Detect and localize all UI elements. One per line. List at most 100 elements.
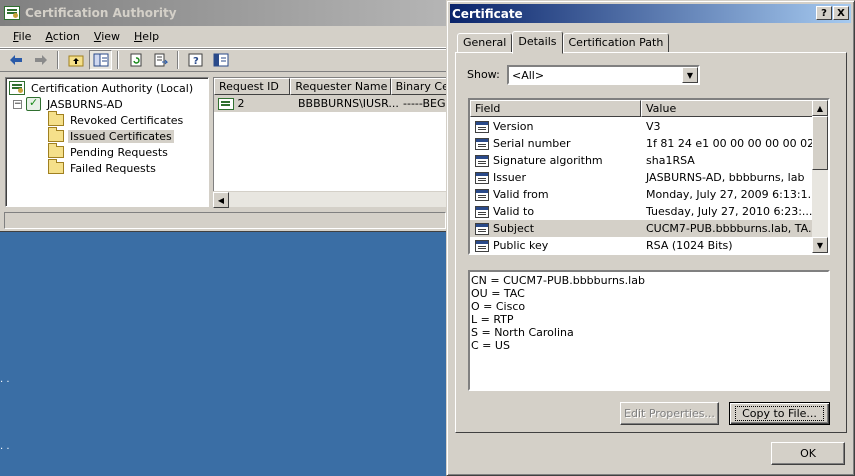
certificate-field-icon <box>475 188 489 201</box>
column-header-requester-name[interactable]: Requester Name <box>290 78 391 95</box>
list-item-valid-to[interactable]: Valid to Tuesday, July 27, 2010 6:23:... <box>470 203 815 220</box>
status-bar <box>4 212 446 229</box>
refresh-button[interactable] <box>124 50 147 70</box>
close-button[interactable]: X <box>833 6 849 20</box>
show-label: Show: <box>467 68 500 81</box>
requester-name-cell: BBBBURNS\IUSR... <box>298 97 399 110</box>
copy-to-file-button[interactable]: Copy to File... <box>729 402 830 425</box>
scrollbar-thumb[interactable] <box>812 116 828 170</box>
tree-item-label: Pending Requests <box>70 145 168 159</box>
show-dropdown[interactable]: <All> ▼ <box>507 65 700 85</box>
mmc-title-bar[interactable]: Certification Authority <box>0 0 447 26</box>
certificate-field-icon <box>475 137 489 150</box>
column-header-value[interactable]: Value <box>641 100 815 117</box>
export-list-icon <box>154 53 168 67</box>
copy-to-file-label: Copy to File... <box>735 406 824 421</box>
up-level-button[interactable] <box>64 50 87 70</box>
export-list-button[interactable] <box>149 50 172 70</box>
tab-details[interactable]: Details <box>512 31 563 54</box>
certificate-field-icon <box>475 171 489 184</box>
dialog-title-bar[interactable]: Certificate ? X <box>450 4 851 23</box>
help-caption-button[interactable]: ? <box>816 6 832 20</box>
list-header: Request ID Requester Name Binary Ce <box>214 78 448 95</box>
console-tree[interactable]: Certification Authority (Local) − JASBUR… <box>5 77 209 207</box>
certificate-field-icon <box>475 120 489 133</box>
folder-icon <box>48 111 64 126</box>
fields-vertical-scrollbar[interactable]: ▲ ▼ <box>812 100 828 253</box>
menu-action[interactable]: Action <box>38 30 86 43</box>
help-icon: ? <box>188 53 202 67</box>
tree-item-revoked[interactable]: Revoked Certificates <box>48 111 185 128</box>
column-header-binary-certificate[interactable]: Binary Ce <box>390 78 448 95</box>
certificate-field-icon <box>475 222 489 235</box>
tree-item-label: Issued Certificates <box>68 129 174 143</box>
detail-line: C = US <box>471 339 510 352</box>
menu-file[interactable]: File <box>6 30 38 43</box>
folder-icon <box>48 159 64 174</box>
column-header-field[interactable]: Field <box>470 100 641 117</box>
list-item-signature-algorithm[interactable]: Signature algorithm sha1RSA <box>470 152 815 169</box>
folder-icon <box>48 143 64 158</box>
ok-button[interactable]: OK <box>771 442 845 465</box>
edit-properties-button[interactable]: Edit Properties... <box>620 402 719 425</box>
request-id-cell: 2 <box>214 97 294 110</box>
scroll-left-icon[interactable]: ◀ <box>213 192 229 208</box>
back-button[interactable] <box>4 50 27 70</box>
certificate-icon <box>218 98 234 110</box>
mmc-window: Certification Authority File Action View… <box>0 0 449 232</box>
certificate-authority-icon <box>9 81 25 95</box>
up-folder-icon <box>68 55 83 67</box>
certificate-fields-list[interactable]: Field Value Version V3 Serial number 1f … <box>468 98 830 255</box>
tree-item-root[interactable]: Certification Authority (Local) <box>9 80 195 96</box>
list-item-version[interactable]: Version V3 <box>470 118 815 135</box>
tree-item-ca[interactable]: − JASBURNS-AD <box>13 96 125 112</box>
tree-item-label: Certification Authority (Local) <box>31 81 194 95</box>
dialog-tabs: General Details Certification Path <box>457 29 670 54</box>
fields-list-header: Field Value <box>470 100 815 117</box>
toolbar-separator <box>177 51 179 69</box>
help-button[interactable]: ? <box>184 50 207 70</box>
list-item-issuer[interactable]: Issuer JASBURNS-AD, bbbburns, lab <box>470 169 815 186</box>
scroll-up-icon[interactable]: ▲ <box>812 100 828 116</box>
refresh-icon <box>130 53 141 67</box>
detail-line: S = North Carolina <box>471 326 574 339</box>
mmc-title: Certification Authority <box>25 6 177 20</box>
properties-button[interactable] <box>209 50 232 70</box>
column-header-request-id[interactable]: Request ID <box>214 78 291 95</box>
menu-help[interactable]: Help <box>127 30 166 43</box>
list-item-valid-from[interactable]: Valid from Monday, July 27, 2009 6:13:1.… <box>470 186 815 203</box>
certificate-field-icon <box>475 154 489 167</box>
list-item-serial-number[interactable]: Serial number 1f 81 24 e1 00 00 00 00 00… <box>470 135 815 152</box>
properties-icon <box>213 53 228 67</box>
tree-item-pending[interactable]: Pending Requests <box>48 143 170 160</box>
chevron-down-icon[interactable]: ▼ <box>682 67 698 83</box>
certificate-field-icon <box>475 205 489 218</box>
collapse-icon[interactable]: − <box>13 99 22 109</box>
back-arrow-icon <box>9 55 22 65</box>
toolbar-separator <box>57 51 59 69</box>
tree-item-label: Revoked Certificates <box>70 113 184 127</box>
menu-view[interactable]: View <box>87 30 127 43</box>
tree-item-issued[interactable]: Issued Certificates <box>48 127 174 144</box>
forward-arrow-icon <box>34 55 47 65</box>
list-item-subject[interactable]: Subject CUCM7-PUB.bbbburns.lab, TA... <box>470 220 815 237</box>
scroll-down-icon[interactable]: ▼ <box>812 237 828 253</box>
toolbar: ? <box>0 48 447 72</box>
tab-general[interactable]: General <box>457 33 513 53</box>
list-item-public-key[interactable]: Public key RSA (1024 Bits) <box>470 237 815 253</box>
tree-item-failed[interactable]: Failed Requests <box>48 159 158 176</box>
console-tree-icon <box>93 53 108 67</box>
desktop-dots: . . <box>0 374 10 385</box>
horizontal-scrollbar[interactable]: ◀ <box>213 191 449 208</box>
field-detail-textbox[interactable]: CN = CUCM7-PUB.bbbburns.lab OU = TAC O =… <box>468 270 830 391</box>
forward-button[interactable] <box>29 50 52 70</box>
desktop-dots: . . <box>0 441 10 452</box>
detail-line: OU = TAC <box>471 287 525 300</box>
tab-certification-path[interactable]: Certification Path <box>562 33 670 53</box>
show-hide-tree-button[interactable] <box>89 50 112 70</box>
detail-line: CN = CUCM7-PUB.bbbburns.lab <box>471 274 645 287</box>
show-dropdown-value: <All> <box>512 68 545 82</box>
dialog-title: Certificate <box>452 6 523 21</box>
list-row[interactable]: 2 BBBBURNS\IUSR... -----BEGI <box>214 95 448 112</box>
menu-bar: File Action View Help <box>0 26 447 48</box>
